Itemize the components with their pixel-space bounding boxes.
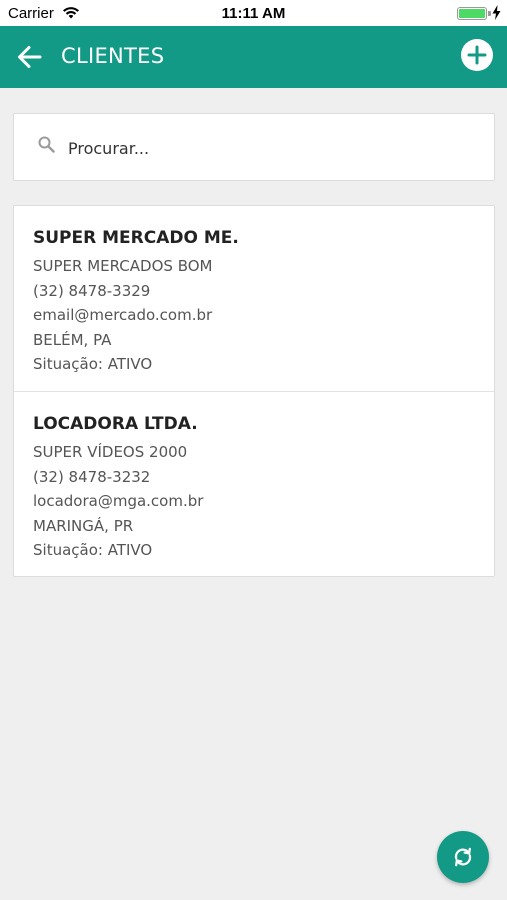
search-input[interactable] (68, 130, 478, 166)
add-client-button[interactable] (461, 39, 493, 71)
app-bar: CLIENTES (0, 26, 507, 88)
charging-bolt-icon (492, 5, 501, 20)
sync-icon (454, 847, 472, 867)
client-list-item[interactable]: LOCADORA LTDA. SUPER VÍDEOS 2000 (32) 84… (14, 392, 494, 576)
client-email: locadora@mga.com.br (33, 492, 204, 510)
client-trade-name: SUPER MERCADOS BOM (33, 257, 213, 275)
client-status: Situação: ATIVO (33, 541, 153, 559)
clock: 11:11 AM (221, 5, 286, 22)
client-status: Situação: ATIVO (33, 355, 153, 373)
battery-icon (457, 7, 487, 20)
client-phone: (32) 8478-3329 (33, 281, 151, 300)
search-bar (13, 113, 495, 181)
client-city: BELÉM, PA (33, 330, 112, 349)
client-list-item[interactable]: SUPER MERCADO ME. SUPER MERCADOS BOM (32… (14, 206, 494, 392)
plus-icon (467, 45, 487, 65)
client-name: SUPER MERCADO ME. (33, 228, 239, 248)
status-bar: Carrier 11:11 AM (0, 0, 507, 26)
client-list: SUPER MERCADO ME. SUPER MERCADOS BOM (32… (13, 205, 495, 577)
battery-cap (488, 11, 491, 16)
sync-button[interactable] (437, 831, 489, 883)
search-icon (38, 136, 55, 153)
client-email: email@mercado.com.br (33, 306, 213, 324)
client-name: LOCADORA LTDA. (33, 414, 198, 434)
back-button[interactable] (12, 40, 46, 74)
client-trade-name: SUPER VÍDEOS 2000 (33, 443, 188, 461)
client-phone: (32) 8478-3232 (33, 467, 151, 486)
client-city: MARINGÁ, PR (33, 516, 134, 535)
page-title: CLIENTES (61, 44, 165, 68)
arrow-left-icon (18, 46, 42, 68)
